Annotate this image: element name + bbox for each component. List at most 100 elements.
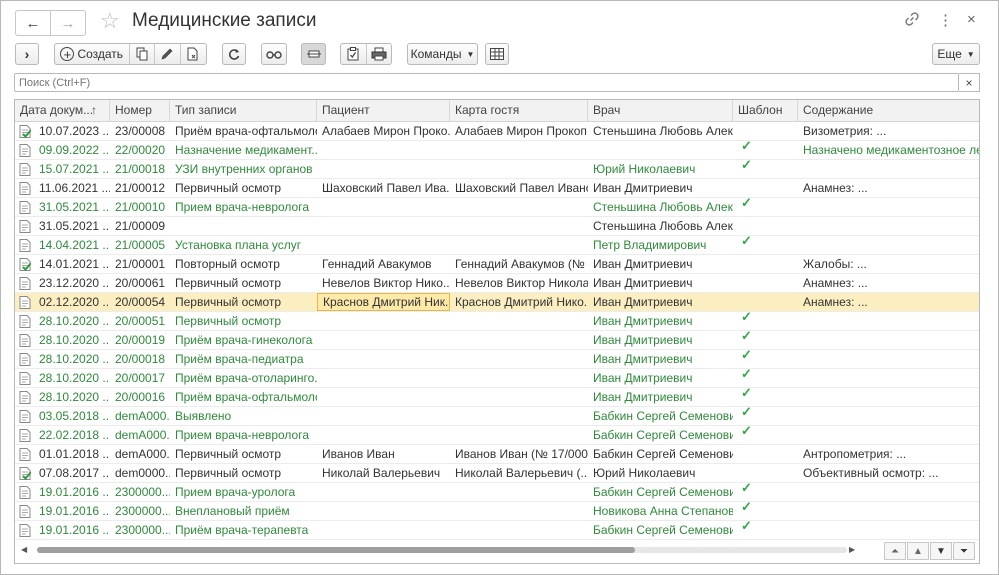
cell-type[interactable]: Приём врача-педиатра bbox=[170, 350, 317, 368]
cell-patient[interactable] bbox=[317, 198, 450, 216]
cell-patient[interactable] bbox=[317, 236, 450, 254]
scroll-to-bottom-button[interactable]: ⏷ bbox=[953, 542, 975, 560]
tree-mode-button[interactable] bbox=[301, 43, 326, 65]
page-down-button[interactable]: ▼ bbox=[930, 542, 952, 560]
cell-date[interactable]: 28.10.2020 ... bbox=[33, 369, 110, 387]
table-row[interactable]: 11.06.2021 ... 21/00012 Первичный осмотр Ша… bbox=[15, 179, 979, 198]
cell-card[interactable]: Алабаев Мирон Прокоп... bbox=[450, 122, 588, 140]
table-row[interactable]: 09.09.2022 ... 22/00020 Назначение медикам… bbox=[15, 138, 979, 160]
scroll-to-top-button[interactable]: ⏶ bbox=[884, 542, 906, 560]
cell-doctor[interactable]: Иван Дмитриевич bbox=[588, 293, 733, 311]
cell-patient[interactable] bbox=[317, 312, 450, 330]
cell-number[interactable]: demA000... bbox=[110, 426, 170, 444]
cell-date[interactable]: 28.10.2020 ... bbox=[33, 388, 110, 406]
cell-doctor[interactable] bbox=[588, 141, 733, 159]
cell-patient[interactable] bbox=[317, 217, 450, 235]
template-check-icon[interactable] bbox=[733, 213, 798, 231]
cell-date[interactable]: 28.10.2020 ... bbox=[33, 350, 110, 368]
cell-doctor[interactable]: Новикова Анна Степанов... bbox=[588, 502, 733, 520]
cell-number[interactable]: 2300000... bbox=[110, 483, 170, 501]
template-check-icon[interactable]: ✓ bbox=[733, 194, 798, 212]
view-button[interactable] bbox=[261, 43, 287, 65]
column-header-type[interactable]: Тип записи bbox=[170, 100, 317, 121]
cell-doctor[interactable]: Петр Владимирович bbox=[588, 236, 733, 254]
template-check-icon[interactable]: ✓ bbox=[733, 346, 798, 364]
cell-card[interactable] bbox=[450, 312, 588, 330]
cell-patient[interactable]: Невелов Виктор Нико... bbox=[317, 274, 450, 292]
link-icon[interactable] bbox=[904, 11, 920, 30]
cell-patient[interactable] bbox=[317, 426, 450, 444]
cell-doctor[interactable]: Иван Дмитриевич bbox=[588, 312, 733, 330]
cell-date[interactable]: 22.02.2018 ... bbox=[33, 426, 110, 444]
cell-date[interactable]: 03.05.2018 ... bbox=[33, 407, 110, 425]
cell-card[interactable]: Иванов Иван (№ 17/000... bbox=[450, 445, 588, 463]
table-row[interactable]: 10.07.2023 ... 23/00008 Приём врача-офталь… bbox=[15, 122, 979, 141]
cell-patient[interactable] bbox=[317, 369, 450, 387]
cell-content[interactable] bbox=[798, 217, 979, 235]
cell-card[interactable]: Краснов Дмитрий Нико... bbox=[450, 293, 588, 311]
table-row[interactable]: 14.01.2021 ... 21/00001 Повторный осмотр Ге… bbox=[15, 255, 979, 274]
cell-content[interactable] bbox=[798, 426, 979, 444]
template-check-icon[interactable]: ✓ bbox=[733, 422, 798, 440]
cell-number[interactable]: demA000... bbox=[110, 407, 170, 425]
cell-type[interactable]: Приём врача-терапевта bbox=[170, 521, 317, 539]
template-check-icon[interactable] bbox=[733, 441, 798, 459]
table-row[interactable]: 28.10.2020 ... 20/00019 Приём врача-гинеко… bbox=[15, 328, 979, 350]
horizontal-scrollbar[interactable]: ◀ ▶ bbox=[15, 543, 865, 557]
cell-patient[interactable] bbox=[317, 502, 450, 520]
table-row[interactable]: 19.01.2016 ... 2300000... Внеплановый приё… bbox=[15, 499, 979, 521]
back-button[interactable]: ← bbox=[16, 11, 50, 35]
cell-content[interactable] bbox=[798, 312, 979, 330]
template-check-icon[interactable] bbox=[733, 118, 798, 136]
cell-doctor[interactable]: Иван Дмитриевич bbox=[588, 179, 733, 197]
cell-date[interactable]: 15.07.2021 ... bbox=[33, 160, 110, 178]
table-row[interactable]: 03.05.2018 ...demA000...Выявлено Бабкин С… bbox=[15, 404, 979, 426]
table-row[interactable]: 07.08.2017 ... dem0000... Первичный осмотр… bbox=[15, 464, 979, 483]
template-check-icon[interactable]: ✓ bbox=[733, 498, 798, 516]
expand-panel-button[interactable]: › bbox=[15, 43, 39, 65]
cell-type[interactable]: Первичный осмотр bbox=[170, 312, 317, 330]
table-row[interactable]: 28.10.2020 ... 20/00017 Приём врача-отолар… bbox=[15, 366, 979, 388]
template-check-icon[interactable] bbox=[733, 175, 798, 193]
cell-date[interactable]: 14.04.2021 ... bbox=[33, 236, 110, 254]
cell-number[interactable]: 20/00018 bbox=[110, 350, 170, 368]
cell-patient[interactable]: Шаховский Павел Ива... bbox=[317, 179, 450, 197]
template-check-icon[interactable] bbox=[733, 460, 798, 478]
cell-card[interactable] bbox=[450, 198, 588, 216]
cell-number[interactable]: 20/00061 bbox=[110, 274, 170, 292]
column-header-card[interactable]: Карта гостя bbox=[450, 100, 588, 121]
cell-content[interactable] bbox=[798, 521, 979, 539]
table-settings-button[interactable] bbox=[485, 43, 509, 65]
table-row[interactable]: 22.02.2018 ...demA000...Прием врача-невр… bbox=[15, 423, 979, 445]
cell-type[interactable]: УЗИ внутренних органов bbox=[170, 160, 317, 178]
template-check-icon[interactable]: ✓ bbox=[733, 308, 798, 326]
cell-doctor[interactable]: Юрий Николаевич bbox=[588, 160, 733, 178]
cell-type[interactable]: Внеплановый приём bbox=[170, 502, 317, 520]
refresh-button[interactable] bbox=[222, 43, 246, 65]
cell-patient[interactable] bbox=[317, 160, 450, 178]
template-check-icon[interactable]: ✓ bbox=[733, 327, 798, 345]
cell-doctor[interactable]: Иван Дмитриевич bbox=[588, 255, 733, 273]
table-row[interactable]: 15.07.2021 ... 21/00018 УЗИ внутренних орг… bbox=[15, 157, 979, 179]
checklist-button[interactable] bbox=[341, 44, 367, 64]
template-check-icon[interactable]: ✓ bbox=[733, 517, 798, 535]
cell-doctor[interactable]: Юрий Николаевич bbox=[588, 464, 733, 482]
cell-card[interactable] bbox=[450, 521, 588, 539]
cell-patient[interactable]: Николай Валерьевич bbox=[317, 464, 450, 482]
cell-doctor[interactable]: Стеньшина Любовь Алек... bbox=[588, 198, 733, 216]
table-row[interactable]: 14.04.2021 ... 21/00005 Установка плана ус… bbox=[15, 233, 979, 255]
cell-date[interactable]: 19.01.2016 ... bbox=[33, 502, 110, 520]
cell-card[interactable] bbox=[450, 407, 588, 425]
search-clear-button[interactable]: × bbox=[959, 73, 980, 92]
table-row[interactable]: 23.12.2020 ... 20/00061 Первичный осмотр Не… bbox=[15, 274, 979, 293]
cell-type[interactable]: Приём врача-офтальмоло... bbox=[170, 122, 317, 140]
cell-type[interactable]: Прием врача-невролога bbox=[170, 426, 317, 444]
cell-date[interactable]: 31.05.2021 ... bbox=[33, 198, 110, 216]
cell-date[interactable]: 19.01.2016 ... bbox=[33, 483, 110, 501]
cell-content[interactable]: Жалобы: ... bbox=[798, 255, 979, 273]
table-row[interactable]: 31.05.2021 ... 21/00010 Прием врача-неврол… bbox=[15, 195, 979, 217]
more-dropdown[interactable]: Еще ▼ bbox=[932, 43, 980, 65]
table-row[interactable]: 28.10.2020 ... 20/00018 Приём врача-педиат… bbox=[15, 347, 979, 369]
cell-patient[interactable] bbox=[317, 521, 450, 539]
cell-type[interactable]: Первичный осмотр bbox=[170, 445, 317, 463]
